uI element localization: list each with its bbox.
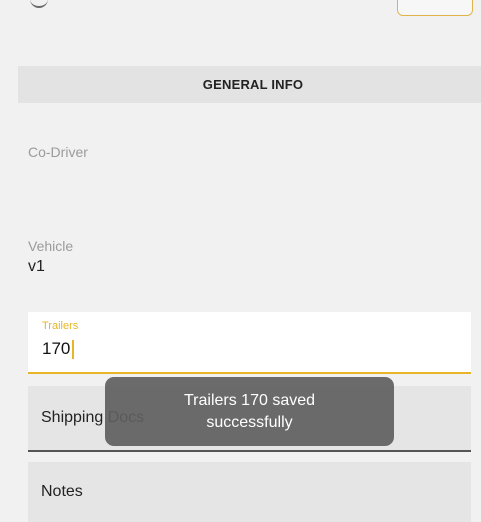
trailers-input[interactable]: Trailers 170: [28, 312, 471, 374]
trailers-value-row[interactable]: 170: [42, 339, 471, 359]
notes-button[interactable]: Notes: [28, 462, 471, 522]
toast-line-2: successfully: [206, 413, 293, 431]
co-driver-field[interactable]: Co-Driver: [28, 144, 88, 164]
top-partial-button[interactable]: [397, 0, 473, 16]
toast-line-1: Trailers 170 saved: [183, 391, 316, 409]
text-caret: [72, 339, 75, 359]
trailers-value[interactable]: 170: [42, 339, 70, 359]
trailers-label: Trailers: [42, 320, 79, 332]
top-partial-icon[interactable]: [30, 0, 48, 8]
vehicle-field[interactable]: Vehicle v1: [28, 238, 73, 276]
notes-label: Notes: [41, 483, 83, 500]
vehicle-value[interactable]: v1: [28, 258, 73, 276]
toast-message: Trailers 170 saved successfully: [105, 377, 394, 446]
vehicle-label: Vehicle: [28, 238, 74, 254]
co-driver-label: Co-Driver: [28, 144, 88, 160]
section-header: GENERAL INFO: [18, 66, 481, 103]
section-title: GENERAL INFO: [202, 77, 304, 92]
